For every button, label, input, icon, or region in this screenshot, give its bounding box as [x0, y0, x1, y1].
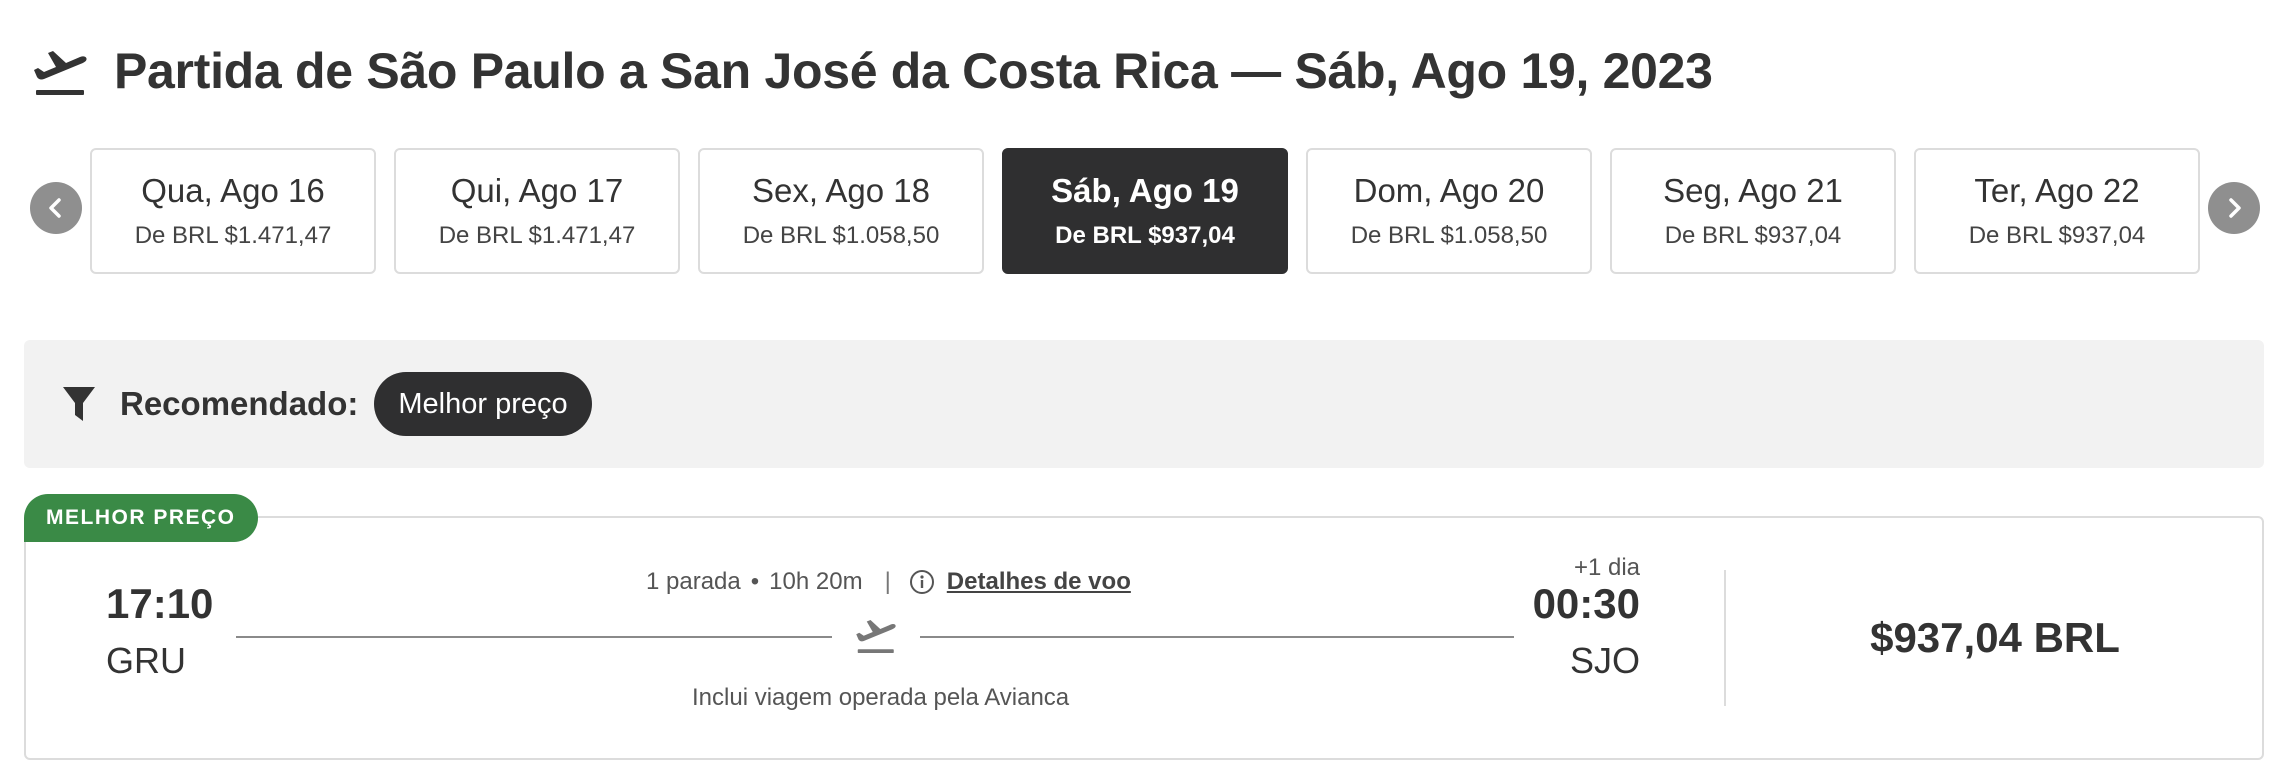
- date-price: De BRL $1.058,50: [742, 222, 940, 249]
- airplane-departure-icon: [856, 620, 896, 653]
- date-label: Seg, Ago 21: [1663, 172, 1843, 209]
- operator-note: Inclui viagem operada pela Avianca: [692, 684, 1070, 711]
- arrival-time: 00:30: [1532, 580, 1640, 627]
- date-label: Qua, Ago 16: [141, 172, 325, 209]
- date-price: De BRL $937,04: [1664, 222, 1842, 249]
- info-icon: [909, 570, 934, 594]
- flight-price[interactable]: $937,04 BRL: [1726, 614, 2264, 662]
- date-price: De BRL $937,04: [1055, 222, 1235, 249]
- stops-count: 1 parada: [646, 568, 741, 595]
- page-title: Partida de São Paulo a San José da Costa…: [114, 43, 1713, 99]
- route-line-right: [920, 636, 1514, 638]
- date-option-4[interactable]: Dom, Ago 20 De BRL $1.058,50: [1306, 148, 1592, 274]
- date-price: De BRL $1.471,47: [438, 222, 636, 249]
- date-label: Qui, Ago 17: [450, 172, 624, 209]
- separator-bar: |: [884, 568, 891, 595]
- recommended-label: Recomendado:: [120, 385, 359, 422]
- date-option-2[interactable]: Sex, Ago 18 De BRL $1.058,50: [698, 148, 984, 274]
- date-label: Ter, Ago 22: [1974, 172, 2140, 209]
- date-carousel: Qua, Ago 16 De BRL $1.471,47 Qui, Ago 17…: [30, 148, 2260, 276]
- flight-details-link[interactable]: Detalhes de voo: [947, 568, 1131, 596]
- funnel-icon: [63, 387, 95, 421]
- best-price-badge: MELHOR PREÇO: [24, 494, 258, 542]
- date-label: Dom, Ago 20: [1353, 172, 1545, 209]
- page-header: Partida de São Paulo a San José da Costa…: [30, 36, 1713, 106]
- date-price: De BRL $1.058,50: [1350, 222, 1548, 249]
- airplane-departure-icon: [34, 51, 87, 95]
- date-label: Sáb, Ago 19: [1051, 172, 1239, 209]
- arrival-day-offset: +1 dia: [1573, 554, 1640, 581]
- route-summary: 1 parada • 10h 20m | Detalhes de voo: [646, 568, 1131, 596]
- departure-time: 17:10: [106, 580, 214, 627]
- date-option-5[interactable]: Seg, Ago 21 De BRL $937,04: [1610, 148, 1896, 274]
- date-option-1[interactable]: Qui, Ago 17 De BRL $1.471,47: [394, 148, 680, 274]
- chevron-left-icon: [49, 198, 61, 218]
- date-price: De BRL $1.471,47: [134, 222, 332, 249]
- date-label: Sex, Ago 18: [752, 172, 930, 209]
- chevron-right-icon: [2229, 198, 2241, 218]
- date-option-6[interactable]: Ter, Ago 22 De BRL $937,04: [1914, 148, 2200, 274]
- date-price: De BRL $937,04: [1968, 222, 2146, 249]
- filter-bar: Recomendado: Melhor preço: [24, 340, 2264, 468]
- date-option-0[interactable]: Qua, Ago 16 De BRL $1.471,47: [90, 148, 376, 274]
- flight-duration: 10h 20m: [769, 568, 863, 595]
- date-option-selected[interactable]: Sáb, Ago 19 De BRL $937,04: [1002, 148, 1288, 274]
- flight-result-card[interactable]: 17:10 GRU 1 parada • 10h 20m | Detalhes …: [24, 516, 2264, 760]
- best-price-filter-pill[interactable]: Melhor preço: [374, 372, 592, 436]
- next-dates-button[interactable]: [2208, 182, 2260, 234]
- separator-dot: •: [750, 568, 760, 595]
- arrival-airport-code: SJO: [1569, 640, 1640, 681]
- departure-airport-code: GRU: [106, 640, 186, 681]
- route-line-left: [236, 636, 832, 638]
- previous-dates-button[interactable]: [30, 182, 82, 234]
